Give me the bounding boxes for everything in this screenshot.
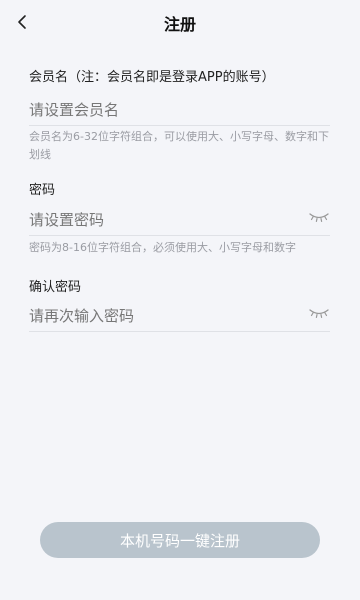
username-field-container xyxy=(29,96,330,126)
confirm-password-field-container xyxy=(29,302,330,332)
username-label: 会员名（注：会员名即是登录APP的账号） xyxy=(29,70,275,85)
confirm-password-label: 确认密码 xyxy=(29,280,82,295)
page-title: 注册 xyxy=(163,15,196,34)
password-field-container xyxy=(29,206,330,236)
username-hint: 会员名为6-32位字符组合，可以使用大、小写字母、数字和下划线 xyxy=(29,130,329,161)
eye-closed-icon[interactable] xyxy=(308,210,330,224)
one-key-register-button[interactable]: 本机号码一键注册 xyxy=(40,522,320,558)
password-hint: 密码为8-16位字符组合，必须使用大、小写字母和数字 xyxy=(29,241,296,254)
password-label: 密码 xyxy=(29,183,56,198)
confirm-password-input[interactable] xyxy=(29,302,299,330)
password-input[interactable] xyxy=(29,206,299,234)
header-bar: 注册 xyxy=(0,0,360,44)
username-input[interactable] xyxy=(29,96,299,124)
eye-closed-icon[interactable] xyxy=(308,306,330,320)
register-page: 注册 会员名（注：会员名即是登录APP的账号） 会员名为6-32位字符组合，可以… xyxy=(0,0,360,600)
